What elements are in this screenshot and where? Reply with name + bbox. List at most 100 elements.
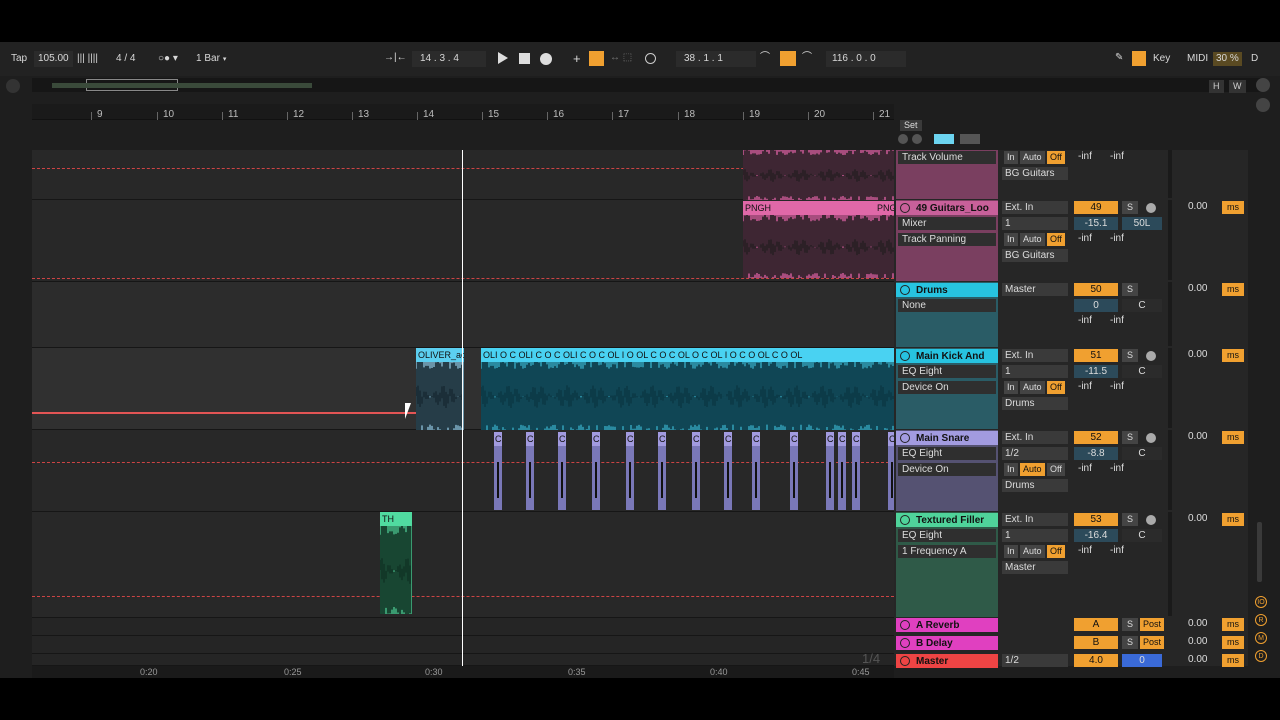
monitor-auto-button[interactable]: Auto — [1020, 151, 1045, 164]
track-activator[interactable]: 51 — [1074, 349, 1118, 362]
snare-hit[interactable]: C — [626, 432, 634, 510]
snare-hit[interactable]: C — [826, 432, 834, 510]
volume-field[interactable]: -11.5 — [1074, 365, 1118, 378]
input-type-chooser[interactable]: Ext. In — [1002, 431, 1068, 444]
record-icon[interactable] — [540, 53, 552, 65]
volume-field[interactable]: -16.4 — [1074, 529, 1118, 542]
output-chooser[interactable]: BG Guitars — [1002, 167, 1068, 180]
monitor-in-button[interactable]: In — [1004, 233, 1018, 246]
post-button[interactable]: Post — [1140, 618, 1165, 631]
track-delay-field[interactable]: 0.00 — [1188, 349, 1207, 362]
arm-button[interactable] — [1146, 203, 1156, 213]
next-locator-icon[interactable] — [912, 134, 922, 144]
tap-button[interactable]: Tap — [11, 54, 27, 64]
monitor-off-button[interactable]: Off — [1047, 463, 1065, 476]
midi-map-button[interactable]: MIDI — [1187, 54, 1208, 64]
return-track-name[interactable]: B Delay — [896, 636, 998, 650]
monitor-off-button[interactable]: Off — [1047, 381, 1065, 394]
pan-field[interactable]: 0 — [1122, 654, 1162, 667]
quantize-menu[interactable]: 1 Bar ▾ — [196, 54, 226, 64]
output-channel[interactable]: 1/2 — [1002, 654, 1068, 667]
fold-arrow-icon[interactable] — [900, 656, 910, 666]
side-icon-d[interactable]: D — [1255, 650, 1267, 662]
follow-icon[interactable]: →|← — [384, 53, 407, 63]
input-type-chooser[interactable]: Master — [1002, 283, 1068, 296]
meter-field[interactable]: 4 / 4 — [116, 54, 135, 64]
pan-field[interactable]: C — [1122, 529, 1162, 542]
monitor-auto-button[interactable]: Auto — [1020, 463, 1045, 476]
snare-hit[interactable]: C — [838, 432, 846, 510]
track-header[interactable] — [896, 512, 998, 617]
track-delay-field[interactable]: 0.00 — [1188, 201, 1207, 214]
track-lane-drums[interactable] — [32, 282, 894, 348]
loop-length-field[interactable]: 116 . 0 . 0 — [826, 51, 906, 67]
solo-button[interactable]: S — [1122, 201, 1138, 214]
track-delay-field[interactable]: 0.00 — [1188, 636, 1207, 649]
pan-field[interactable]: C — [1122, 299, 1162, 312]
track-name[interactable]: 49 Guitars_Loo — [896, 201, 998, 215]
volume-field[interactable]: -15.1 — [1074, 217, 1118, 230]
master-lane[interactable] — [32, 654, 894, 666]
solo-button[interactable]: S — [1122, 349, 1138, 362]
output-chooser[interactable]: Drums — [1002, 397, 1068, 410]
mixer-toggle-icon[interactable] — [1256, 98, 1270, 112]
tempo-field[interactable]: 105.00 — [34, 51, 73, 67]
monitor-auto-button[interactable]: Auto — [1020, 233, 1045, 246]
input-channel-chooser[interactable]: 1 — [1002, 217, 1068, 230]
back-to-arrangement-icon[interactable]: ↔ ⬚ — [610, 53, 632, 63]
track-lane-filler[interactable] — [32, 512, 894, 618]
parameter-chooser[interactable]: Device On — [898, 463, 996, 476]
stop-icon[interactable] — [519, 53, 530, 64]
browser-toggle-icon[interactable] — [1256, 78, 1270, 92]
track-delay-field[interactable]: 0.00 — [1188, 654, 1207, 667]
punch-out-icon[interactable]: ⌒ — [802, 53, 812, 63]
fold-arrow-icon[interactable] — [900, 203, 910, 213]
track-activator[interactable]: 50 — [1074, 283, 1118, 296]
monitor-in-button[interactable]: In — [1004, 151, 1018, 164]
loop-switch-icon[interactable] — [780, 51, 796, 66]
side-icon-r[interactable]: R — [1255, 614, 1267, 626]
delay-unit[interactable]: ms — [1222, 201, 1244, 214]
position-field[interactable]: 14 . 3 . 4 — [412, 51, 486, 67]
snare-hit[interactable]: C — [724, 432, 732, 510]
draw-mode-icon[interactable]: ✎ — [1115, 53, 1123, 63]
metronome-icon[interactable]: ○● ▾ — [158, 54, 178, 64]
device-chooser[interactable]: None — [898, 299, 996, 312]
track-activator[interactable]: 49 — [1074, 201, 1118, 214]
return-activator[interactable]: 4.0 — [1074, 654, 1118, 667]
arm-button[interactable] — [1146, 351, 1156, 361]
track-activator[interactable]: 53 — [1074, 513, 1118, 526]
delay-unit[interactable]: ms — [1222, 349, 1244, 362]
return-lane-delay[interactable] — [32, 636, 894, 654]
output-chooser[interactable]: Drums — [1002, 479, 1068, 492]
solo-button[interactable]: S — [1122, 636, 1138, 649]
automation-line[interactable] — [32, 412, 448, 414]
fold-arrow-icon[interactable] — [900, 351, 910, 361]
monitor-in-button[interactable]: In — [1004, 545, 1018, 558]
solo-button[interactable]: S — [1122, 431, 1138, 444]
keys-icon[interactable] — [1132, 51, 1146, 66]
delay-unit[interactable]: ms — [1222, 431, 1244, 444]
track-delay-field[interactable]: 0.00 — [1188, 283, 1207, 296]
session-record-icon[interactable] — [645, 53, 656, 64]
fold-arrow-icon[interactable] — [900, 433, 910, 443]
clip-guitar-top[interactable] — [743, 150, 894, 200]
return-track-name[interactable]: A Reverb — [896, 618, 998, 632]
device-chooser[interactable]: EQ Eight — [898, 447, 996, 460]
w-button[interactable]: W — [1229, 80, 1246, 93]
input-type-chooser[interactable]: Ext. In — [1002, 513, 1068, 526]
monitor-off-button[interactable]: Off — [1047, 545, 1065, 558]
play-icon[interactable] — [498, 52, 508, 64]
scrollbar[interactable] — [1257, 522, 1262, 582]
track-name[interactable]: Drums — [896, 283, 998, 297]
parameter-chooser[interactable]: Track Panning — [898, 233, 996, 246]
monitor-off-button[interactable]: Off — [1047, 151, 1065, 164]
pan-field[interactable]: 50L — [1122, 217, 1162, 230]
delay-unit[interactable]: ms — [1222, 283, 1244, 296]
fold-arrow-icon[interactable] — [900, 285, 910, 295]
parameter-chooser[interactable]: Device On — [898, 381, 996, 394]
device-chooser[interactable]: EQ Eight — [898, 529, 996, 542]
snare-hit[interactable]: C — [592, 432, 600, 510]
set-button[interactable]: Set — [900, 120, 922, 131]
beat-time-ruler[interactable] — [32, 104, 894, 120]
